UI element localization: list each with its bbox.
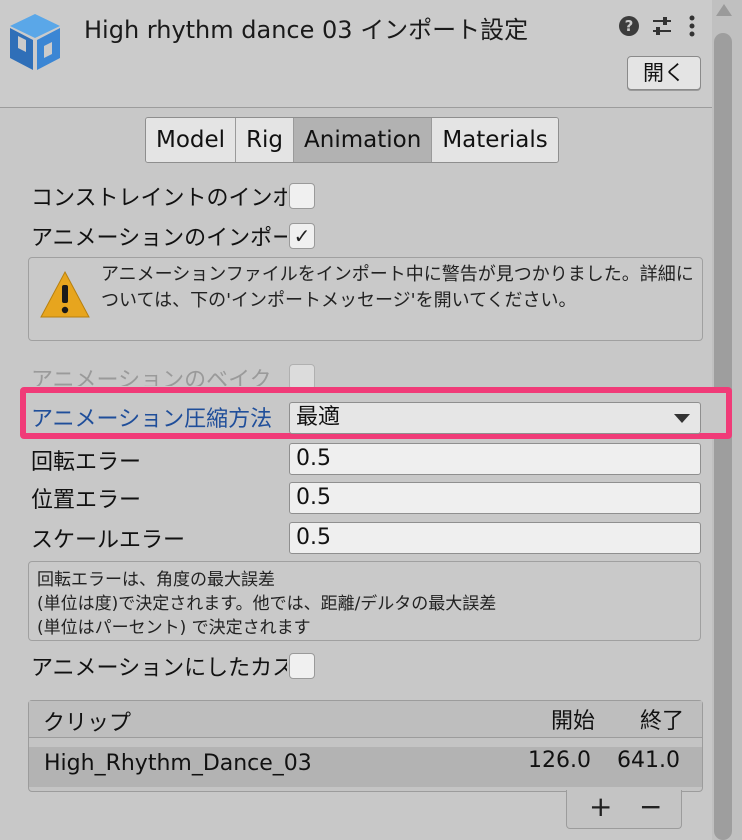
import-constraints-label: コンストレイントのインポート: [31, 186, 287, 211]
anim-custom-props-checkbox[interactable]: [289, 653, 315, 679]
import-animation-checkbox[interactable]: ✓: [289, 223, 315, 249]
error-info-box: 回転エラーは、角度の最大誤差 (単位は度)で決定されます。他では、距離/デルタの…: [28, 561, 701, 641]
table-row[interactable]: High_Rhythm_Dance_03 126.0 641.0: [29, 747, 702, 787]
compression-value: 最適: [296, 405, 341, 430]
add-clip-button[interactable]: +: [589, 790, 612, 823]
warning-text: アニメーションファイルをインポート中に警告が見つかりました。詳細については、下の…: [101, 264, 694, 311]
clip-header-end: 終了: [640, 709, 685, 734]
remove-clip-button[interactable]: −: [639, 790, 662, 823]
anim-custom-props-label: アニメーションにしたカスタムプロパティ: [31, 656, 287, 681]
compression-label: アニメーション圧縮方法: [31, 407, 273, 432]
position-error-label: 位置エラー: [31, 488, 142, 513]
tab-bar: Model Rig Animation Materials: [145, 117, 559, 163]
clip-name: High_Rhythm_Dance_03: [44, 751, 312, 776]
warning-icon: [40, 270, 90, 318]
tab-animation[interactable]: Animation: [294, 118, 433, 162]
rotation-error-input[interactable]: 0.5: [289, 443, 701, 475]
import-constraints-checkbox[interactable]: [289, 183, 315, 209]
open-button[interactable]: 開く: [627, 56, 701, 90]
tab-rig[interactable]: Rig: [236, 118, 295, 162]
unity-model-icon: [10, 14, 60, 70]
clip-table: クリップ 開始 終了 High_Rhythm_Dance_03 126.0 64…: [28, 700, 703, 792]
tab-model[interactable]: Model: [146, 118, 237, 162]
scroll-up-arrow-icon[interactable]: [716, 4, 732, 16]
clip-header-name: クリップ: [43, 711, 132, 736]
page-title: High rhythm dance 03 インポート設定: [84, 16, 529, 44]
warning-box: アニメーションファイルをインポート中に警告が見つかりました。詳細については、下の…: [28, 257, 703, 341]
clip-start: 126.0: [528, 748, 591, 773]
error-info-line-1: 回転エラーは、角度の最大誤差: [37, 570, 275, 590]
clip-end: 641.0: [617, 748, 680, 773]
more-vert-icon[interactable]: [688, 14, 696, 38]
clip-add-remove-bar: + −: [566, 790, 682, 829]
bake-animations-label: アニメーションのベイク: [31, 368, 272, 386]
inspector-header: High rhythm dance 03 インポート設定 ? 開く: [0, 0, 712, 108]
help-icon[interactable]: ?: [619, 16, 639, 36]
clip-header-start: 開始: [551, 709, 596, 734]
position-error-input[interactable]: 0.5: [289, 482, 701, 514]
chevron-down-icon: [674, 414, 690, 423]
rotation-error-label: 回転エラー: [31, 450, 142, 474]
tab-materials[interactable]: Materials: [432, 118, 558, 162]
scale-error-label: スケールエラー: [31, 528, 186, 553]
error-info-line-2: (単位は度)で決定されます。他では、距離/デルタの最大誤差: [37, 594, 497, 614]
scale-error-input[interactable]: 0.5: [289, 522, 701, 554]
clip-table-header: クリップ 開始 終了: [29, 701, 702, 738]
sliders-icon[interactable]: [651, 16, 673, 36]
error-info-line-3: (単位はパーセント) で決定されます: [37, 618, 311, 638]
compression-dropdown[interactable]: 最適: [289, 402, 701, 434]
import-animation-label: アニメーションのインポート: [31, 226, 287, 251]
